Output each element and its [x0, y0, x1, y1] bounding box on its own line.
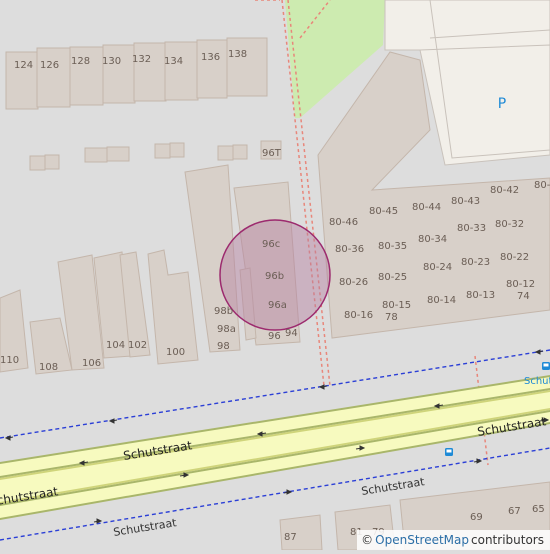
house-number: 100 — [166, 347, 185, 358]
attribution-suffix: contributors — [471, 533, 544, 547]
house-number: 80-32 — [495, 219, 524, 230]
house-number: 80-35 — [378, 241, 407, 252]
house-number: 80-15 — [382, 300, 411, 311]
map-view[interactable]: P 124 126 128 130 132 134 136 138 96T 96… — [0, 0, 550, 551]
house-number: 98b — [214, 306, 233, 317]
house-number: 134 — [164, 56, 183, 67]
house-number: 98 — [217, 341, 230, 352]
sheds — [29, 140, 282, 171]
house-number: 96b — [265, 271, 284, 282]
bus-stop-icon[interactable] — [542, 362, 550, 370]
house-number: 80-33 — [457, 223, 486, 234]
bus-stop-icon[interactable] — [445, 448, 453, 456]
house-number: 80-42 — [490, 185, 519, 196]
house-number: 108 — [39, 362, 58, 373]
openstreetmap-link[interactable]: OpenStreetMap — [375, 530, 469, 550]
house-number: 126 — [40, 60, 59, 71]
house-number: 80-12 — [506, 279, 535, 290]
house-number: 67 — [508, 506, 521, 517]
house-number: 80-34 — [418, 234, 447, 245]
copyright-symbol: © — [361, 533, 374, 547]
street-label: Schutstraat — [112, 516, 178, 539]
street-label: Schutstraat — [360, 475, 426, 498]
house-number: 106 — [82, 358, 101, 369]
house-number: 80-44 — [412, 202, 441, 213]
house-number: 80-24 — [423, 262, 452, 273]
house-number: 80-36 — [335, 244, 364, 255]
house-number: 80-43 — [451, 196, 480, 207]
house-number: 65 — [532, 504, 545, 515]
house-number: 130 — [102, 56, 121, 67]
house-number: 80-26 — [339, 277, 368, 288]
house-number: 132 — [132, 54, 151, 65]
house-number: 94 — [285, 328, 298, 339]
house-number: 80-23 — [461, 257, 490, 268]
house-number: 87 — [284, 532, 297, 543]
house-number: 104 — [106, 340, 125, 351]
map-canvas: P 124 126 128 130 132 134 136 138 96T 96… — [0, 0, 550, 551]
house-number: 96c — [262, 239, 280, 250]
house-number: 80-16 — [344, 310, 373, 321]
stop-label: Schuts — [524, 376, 550, 387]
house-number: 96 — [268, 331, 281, 342]
house-number: 80-46 — [329, 217, 358, 228]
house-number: 110 — [0, 355, 19, 366]
house-number: 80-22 — [500, 252, 529, 263]
house-number: 74 — [517, 291, 530, 302]
house-number: 78 — [385, 312, 398, 323]
house-number: 96a — [268, 300, 287, 311]
map-attribution: © OpenStreetMap contributors — [357, 530, 550, 550]
parking-lot — [419, 44, 550, 166]
house-number: 80-25 — [378, 272, 407, 283]
house-number: 69 — [470, 512, 483, 523]
house-number: 124 — [14, 60, 33, 71]
house-number: 80-14 — [427, 295, 456, 306]
parking-label: P — [498, 96, 506, 112]
house-number: 80-4 — [534, 180, 550, 191]
house-number: 138 — [228, 49, 247, 60]
house-number: 96T — [262, 148, 282, 159]
house-number: 136 — [201, 52, 220, 63]
parking-building — [384, 0, 550, 51]
house-number: 80-13 — [466, 290, 495, 301]
house-number: 98a — [217, 324, 236, 335]
house-number: 102 — [128, 340, 147, 351]
house-number: 128 — [71, 56, 90, 67]
house-number: 80-45 — [369, 206, 398, 217]
